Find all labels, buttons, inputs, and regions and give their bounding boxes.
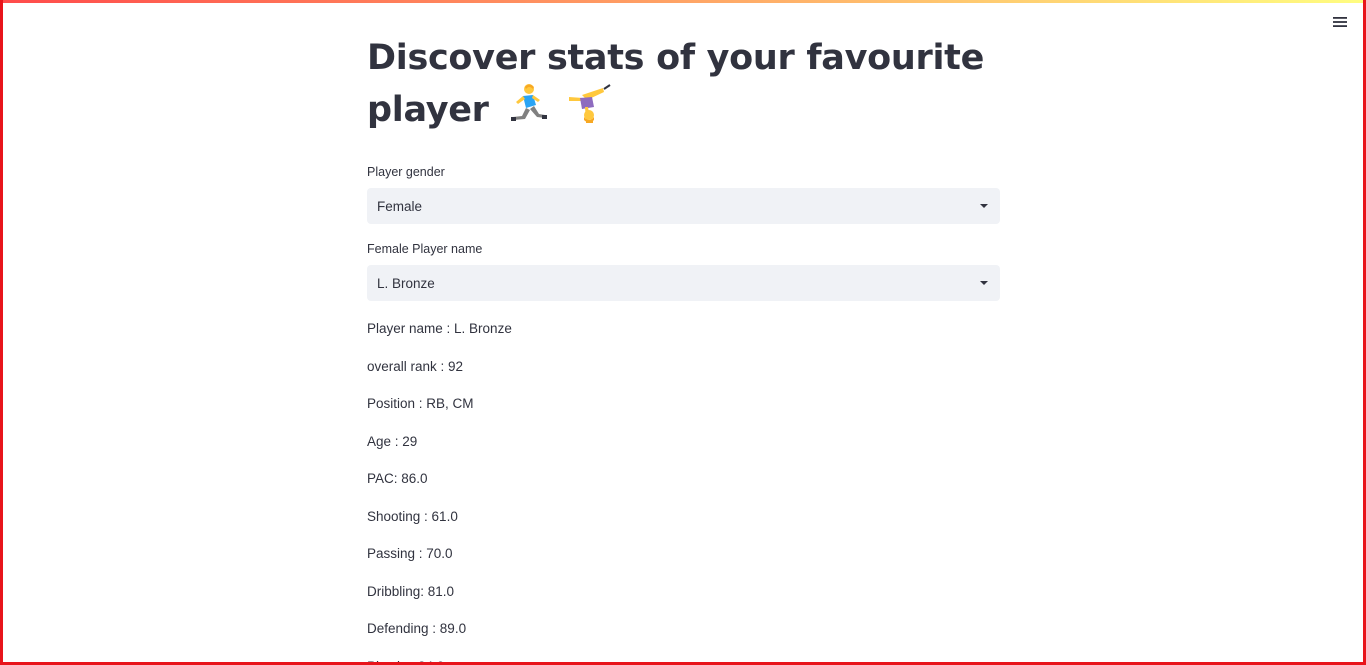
stat-position: Position : RB, CM [367, 396, 474, 411]
chevron-down-icon [980, 204, 988, 208]
main-content: Discover stats of your favourite player [367, 34, 1000, 663]
player-stats: Player name : L. Bronze overall rank : 9… [367, 319, 1000, 663]
stat-physic: Physic : 84.0 [367, 657, 1000, 663]
stat-dribbling: Dribbling: 81.0 [367, 583, 455, 599]
stat-defending: Defending : 89.0 [367, 621, 467, 636]
header-decoration-bar [3, 0, 1363, 3]
app-frame: Discover stats of your favourite player [0, 0, 1366, 665]
stat-age: Age : 29 [367, 433, 418, 449]
stat-player-name: Player name : L. Bronze [367, 321, 512, 336]
chevron-down-icon [980, 281, 988, 285]
stat-overall-rank: overall rank : 92 [367, 358, 464, 374]
page-title-text: Discover stats of your favourite player [367, 38, 985, 130]
page-title: Discover stats of your favourite player [367, 34, 1000, 139]
player-name-label: Female Player name [367, 242, 483, 256]
hamburger-menu-icon[interactable] [1331, 13, 1349, 31]
player-gender-label: Player gender [367, 165, 445, 179]
player-name-select[interactable]: L. Bronze [367, 265, 1000, 301]
player-gender-select[interactable]: Female [367, 188, 1000, 224]
player-name-value: L. Bronze [377, 275, 435, 291]
player-gender-value: Female [377, 198, 423, 214]
stat-shooting: Shooting : 61.0 [367, 508, 458, 524]
stat-pace: PAC: 86.0 [367, 471, 428, 486]
stat-passing: Passing : 70.0 [367, 546, 453, 561]
person-running-icon [509, 83, 547, 139]
person-cartwheeling-icon [566, 83, 612, 139]
